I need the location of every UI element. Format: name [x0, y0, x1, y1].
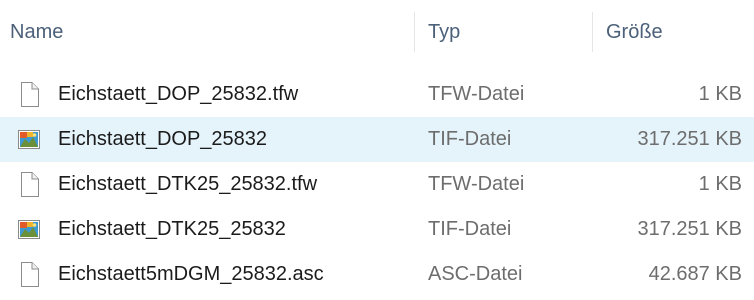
file-row[interactable]: Eichstaett_DTK25_25832.tfw TFW-Datei 1 K… — [0, 162, 754, 207]
file-type: TFW-Datei — [428, 173, 525, 195]
image-file-icon — [16, 216, 42, 243]
file-type: ASC-Datei — [428, 263, 523, 285]
file-row[interactable]: Eichstaett_DOP_25832 TIF-Datei 317.251 K… — [0, 117, 754, 162]
column-header-bar: Name Typ Größe — [0, 0, 754, 64]
image-file-icon — [16, 126, 42, 153]
file-list: Eichstaett_DOP_25832.tfw TFW-Datei 1 KB … — [0, 72, 754, 297]
file-type: TIF-Datei — [428, 128, 512, 150]
file-size: 317.251 KB — [637, 128, 742, 150]
file-name: Eichstaett_DOP_25832 — [58, 128, 268, 150]
file-size: 1 KB — [698, 173, 742, 195]
file-size: 42.687 KB — [648, 263, 742, 285]
file-name: Eichstaett_DTK25_25832 — [58, 218, 286, 240]
column-header-size[interactable]: Größe — [606, 0, 746, 64]
file-type: TFW-Datei — [428, 83, 525, 105]
file-size: 317.251 KB — [637, 218, 742, 240]
file-row[interactable]: Eichstaett5mDGM_25832.asc ASC-Datei 42.6… — [0, 252, 754, 297]
file-size: 1 KB — [698, 83, 742, 105]
file-name: Eichstaett_DOP_25832.tfw — [58, 83, 299, 105]
file-name: Eichstaett_DTK25_25832.tfw — [58, 173, 318, 195]
column-header-name[interactable]: Name — [10, 0, 410, 64]
document-icon — [16, 81, 42, 108]
file-row[interactable]: Eichstaett_DOP_25832.tfw TFW-Datei 1 KB — [0, 72, 754, 117]
column-divider[interactable] — [414, 12, 415, 52]
file-type: TIF-Datei — [428, 218, 512, 240]
file-name: Eichstaett5mDGM_25832.asc — [58, 263, 324, 285]
document-icon — [16, 261, 42, 288]
column-header-type[interactable]: Typ — [428, 0, 578, 64]
file-row[interactable]: Eichstaett_DTK25_25832 TIF-Datei 317.251… — [0, 207, 754, 252]
column-divider[interactable] — [592, 12, 593, 52]
document-icon — [16, 171, 42, 198]
